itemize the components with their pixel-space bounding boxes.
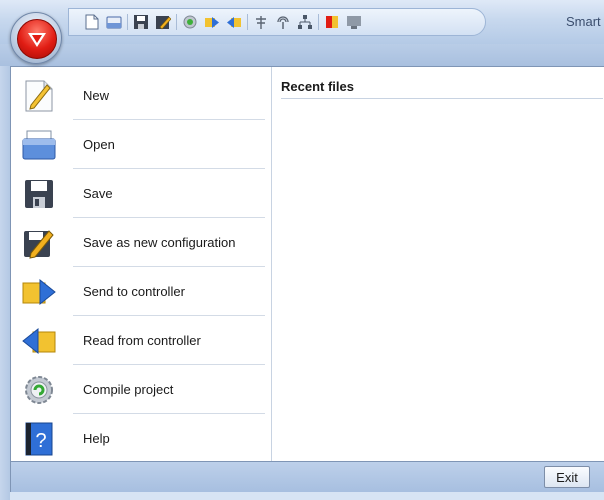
- qat-save-as-icon[interactable]: [154, 13, 172, 31]
- compile-icon: [21, 372, 57, 408]
- new-document-icon: [21, 78, 57, 114]
- qat-antenna-icon[interactable]: [252, 13, 270, 31]
- menu-divider: [73, 413, 265, 414]
- menu-divider: [73, 315, 265, 316]
- qat-new-document-icon[interactable]: [83, 13, 101, 31]
- file-menu-panel: New Open Save Save as new configuration: [10, 66, 604, 462]
- menu-item-help[interactable]: ? Help: [11, 415, 271, 463]
- menu-divider: [73, 217, 265, 218]
- qat-wireless-icon[interactable]: [274, 13, 292, 31]
- menu-item-read-from-controller[interactable]: Read from controller: [11, 317, 271, 365]
- menu-item-new[interactable]: New: [11, 72, 271, 120]
- menu-item-open[interactable]: Open: [11, 121, 271, 169]
- recent-files-heading: Recent files: [281, 79, 603, 99]
- menu-item-label: Compile project: [83, 382, 174, 397]
- open-icon: [21, 127, 57, 163]
- quick-access-toolbar: [68, 8, 486, 36]
- menu-item-label: Help: [83, 431, 110, 446]
- qat-color-icon[interactable]: [323, 13, 341, 31]
- window-title: Smart: [566, 14, 601, 29]
- menu-footer: [10, 462, 604, 492]
- file-menu: New Open Save Save as new configuration: [11, 67, 272, 461]
- qat-separator: [127, 14, 128, 30]
- qat-separator: [176, 14, 177, 30]
- menu-item-save-as-new-configuration[interactable]: Save as new configuration: [11, 219, 271, 267]
- qat-monitor-icon[interactable]: [345, 13, 363, 31]
- qat-separator: [318, 14, 319, 30]
- send-to-controller-icon: [21, 274, 57, 310]
- app-menu-button[interactable]: [10, 12, 62, 64]
- qat-compile-icon[interactable]: [181, 13, 199, 31]
- menu-item-compile-project[interactable]: Compile project: [11, 366, 271, 414]
- menu-item-save[interactable]: Save: [11, 170, 271, 218]
- logo-icon: [17, 19, 57, 59]
- menu-divider: [73, 364, 265, 365]
- help-icon: ?: [21, 421, 57, 457]
- menu-divider: [73, 168, 265, 169]
- menu-item-label: New: [83, 88, 110, 103]
- ribbon-strip: [0, 44, 604, 66]
- read-from-controller-icon: [21, 323, 57, 359]
- menu-divider: [73, 266, 265, 267]
- menu-item-label: Open: [83, 137, 115, 152]
- menu-item-label: Send to controller: [83, 284, 185, 299]
- qat-send-icon[interactable]: [203, 13, 221, 31]
- save-icon: [21, 176, 57, 212]
- menu-item-label: Read from controller: [83, 333, 201, 348]
- exit-button[interactable]: Exit: [544, 466, 590, 488]
- menu-item-label: Save as new configuration: [83, 235, 236, 250]
- qat-open-icon[interactable]: [105, 13, 123, 31]
- qat-separator: [247, 14, 248, 30]
- qat-read-icon[interactable]: [225, 13, 243, 31]
- qat-save-icon[interactable]: [132, 13, 150, 31]
- svg-text:?: ?: [35, 430, 46, 452]
- menu-item-send-to-controller[interactable]: Send to controller: [11, 268, 271, 316]
- menu-item-label: Save: [83, 186, 113, 201]
- title-bar: Smart: [0, 0, 604, 45]
- save-as-icon: [21, 225, 57, 261]
- qat-network-icon[interactable]: [296, 13, 314, 31]
- menu-divider: [73, 119, 265, 120]
- window-left-edge: [0, 66, 10, 500]
